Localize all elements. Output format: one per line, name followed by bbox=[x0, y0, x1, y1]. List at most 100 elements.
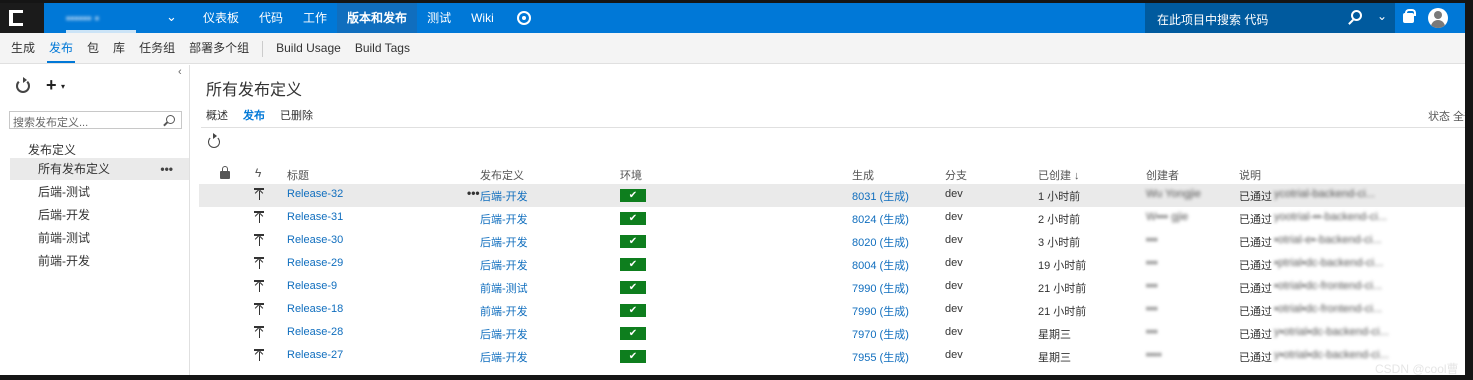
description-prefix: 已通过 bbox=[1239, 352, 1272, 364]
top-navigation-bar: ▪▪▪▪▪▪ ▪ ⌄ 仪表板 代码 工作 版本和发布 测试 Wiki 在此项目中… bbox=[0, 3, 1465, 33]
table-row[interactable]: Release-28 后端-开发 ✔ 7970 (生成) dev 星期三 ▪▪▪ 已通过 y▪o… bbox=[199, 322, 1465, 345]
marketplace-bag-icon[interactable] bbox=[1403, 9, 1416, 23]
column-header-title[interactable]: 标题 bbox=[287, 167, 309, 183]
tab-builds[interactable]: 生成 bbox=[4, 33, 42, 64]
column-header-description[interactable]: 说明 bbox=[1239, 167, 1261, 183]
table-row[interactable]: Release-27 后端-开发 ✔ 7955 (生成) dev 星期三 ▪▪▪▪ 已通过 y▪… bbox=[199, 345, 1465, 368]
nav-build-release[interactable]: 版本和发布 bbox=[337, 3, 418, 33]
build-link[interactable]: 7955 (生成) bbox=[852, 349, 909, 365]
tab-releases[interactable]: 发布 bbox=[42, 33, 80, 64]
build-link[interactable]: 8004 (生成) bbox=[852, 257, 909, 273]
deploy-arrow bbox=[254, 326, 264, 336]
table-row[interactable]: Release-30 后端-开发 ✔ 8020 (生成) dev 3 小时前 ▪▪▪ 已通过 ▪… bbox=[199, 230, 1465, 253]
environment-success-badge[interactable]: ✔ bbox=[620, 304, 646, 317]
status-filter[interactable]: 状态 全部 bbox=[1428, 108, 1465, 124]
build-link[interactable]: 8031 (生成) bbox=[852, 188, 909, 204]
release-title-link[interactable]: Release-27 bbox=[287, 349, 343, 361]
project-selector[interactable]: ▪▪▪▪▪▪ ▪ ⌄ bbox=[48, 3, 188, 33]
code-search-box[interactable]: 在此项目中搜索 代码 ⌄ bbox=[1145, 3, 1395, 33]
pivot-overview[interactable]: 概述 bbox=[206, 107, 228, 128]
column-header-build[interactable]: 生成 bbox=[852, 167, 874, 183]
build-link[interactable]: 7990 (生成) bbox=[852, 303, 909, 319]
release-title-link[interactable]: Release-32 bbox=[287, 188, 343, 200]
refresh-icon[interactable] bbox=[208, 133, 220, 148]
release-definition-link[interactable]: 后端-开发 bbox=[480, 349, 528, 365]
tab-task-groups[interactable]: 任务组 bbox=[132, 33, 182, 64]
nav-wiki[interactable]: Wiki bbox=[461, 3, 504, 33]
deploy-arrow bbox=[254, 234, 264, 244]
release-definition-link[interactable]: 后端-开发 bbox=[480, 257, 528, 273]
description-text: ycotrial-backend-ci... bbox=[1274, 188, 1375, 200]
search-icon[interactable] bbox=[166, 115, 175, 124]
tab-packages[interactable]: 包 bbox=[80, 33, 106, 64]
tree-item-backend-test[interactable]: 后端-测试 bbox=[10, 181, 189, 203]
tab-library[interactable]: 库 bbox=[106, 33, 132, 64]
deploy-icon bbox=[254, 233, 264, 247]
release-definition-link[interactable]: 后端-开发 bbox=[480, 211, 528, 227]
deploy-arrow bbox=[254, 188, 264, 198]
release-title-link[interactable]: Release-31 bbox=[287, 211, 343, 223]
app-window: ▪▪▪▪▪▪ ▪ ⌄ 仪表板 代码 工作 版本和发布 测试 Wiki 在此项目中… bbox=[0, 3, 1465, 375]
release-definition-link[interactable]: 后端-开发 bbox=[480, 326, 528, 342]
nav-dashboards[interactable]: 仪表板 bbox=[193, 3, 249, 33]
more-actions-icon[interactable]: ••• bbox=[160, 158, 173, 180]
user-avatar[interactable] bbox=[1428, 8, 1448, 28]
collapse-panel-icon[interactable]: ‹ bbox=[178, 66, 182, 78]
tree-item-all-definitions[interactable]: 所有发布定义 ••• bbox=[10, 158, 189, 180]
nav-code[interactable]: 代码 bbox=[249, 3, 293, 33]
release-title-link[interactable]: Release-28 bbox=[287, 326, 343, 338]
table-row[interactable]: Release-32 ••• 后端-开发 ✔ 8031 (生成) dev 1 小时前 Wu Y… bbox=[199, 184, 1465, 207]
release-title-link[interactable]: Release-9 bbox=[287, 280, 337, 292]
release-title-link[interactable]: Release-30 bbox=[287, 234, 343, 246]
deploy-icon bbox=[254, 325, 264, 339]
tree-item-frontend-test[interactable]: 前端-测试 bbox=[10, 227, 189, 249]
release-definition-link[interactable]: 前端-开发 bbox=[480, 303, 528, 319]
description-text: ▪otrial-e▪-backend-ci... bbox=[1274, 234, 1382, 246]
release-definition-link[interactable]: 前端-测试 bbox=[480, 280, 528, 296]
environment-success-badge[interactable]: ✔ bbox=[620, 281, 646, 294]
product-logo[interactable] bbox=[0, 3, 44, 33]
settings-gear-icon[interactable] bbox=[517, 11, 531, 25]
environment-success-badge[interactable]: ✔ bbox=[620, 327, 646, 340]
column-header-created[interactable]: 已创建 ↓ bbox=[1038, 167, 1080, 183]
tab-deployment-groups[interactable]: 部署多个组 bbox=[182, 33, 256, 64]
add-icon[interactable]: + bbox=[46, 76, 57, 94]
environment-success-badge[interactable]: ✔ bbox=[620, 235, 646, 248]
tab-build-tags[interactable]: Build Tags bbox=[348, 33, 417, 64]
environment-success-badge[interactable]: ✔ bbox=[620, 212, 646, 225]
tree-item-backend-dev[interactable]: 后端-开发 bbox=[10, 204, 189, 226]
table-row[interactable]: Release-29 后端-开发 ✔ 8004 (生成) dev 19 小时前 ▪▪▪ 已通过… bbox=[199, 253, 1465, 276]
environment-success-badge[interactable]: ✔ bbox=[620, 258, 646, 271]
pivot-releases[interactable]: 发布 bbox=[243, 107, 265, 128]
search-scope-chevron-icon[interactable]: ⌄ bbox=[1377, 9, 1387, 23]
creator-name: ▪▪▪ bbox=[1146, 234, 1158, 246]
column-header-environment[interactable]: 环境 bbox=[620, 167, 642, 183]
build-link[interactable]: 8024 (生成) bbox=[852, 211, 909, 227]
release-definition-link[interactable]: 后端-开发 bbox=[480, 188, 528, 204]
tab-build-usage[interactable]: Build Usage bbox=[269, 33, 348, 64]
search-icon[interactable] bbox=[1351, 10, 1362, 21]
environment-success-badge[interactable]: ✔ bbox=[620, 350, 646, 363]
more-actions-icon[interactable]: ••• bbox=[467, 186, 480, 200]
release-definition-link[interactable]: 后端-开发 bbox=[480, 234, 528, 250]
build-link[interactable]: 8020 (生成) bbox=[852, 234, 909, 250]
release-title-link[interactable]: Release-18 bbox=[287, 303, 343, 315]
pivot-deleted[interactable]: 已删除 bbox=[280, 107, 313, 128]
column-header-definition[interactable]: 发布定义 bbox=[480, 167, 524, 183]
table-row[interactable]: Release-31 后端-开发 ✔ 8024 (生成) dev 2 小时前 W▪▪▪ gj… bbox=[199, 207, 1465, 230]
table-row[interactable]: Release-18 前端-开发 ✔ 7990 (生成) dev 21 小时前 ▪▪▪ 已通过… bbox=[199, 299, 1465, 322]
column-header-creator[interactable]: 创建者 bbox=[1146, 167, 1179, 183]
tree-item-frontend-dev[interactable]: 前端-开发 bbox=[10, 250, 189, 272]
table-row[interactable]: Release-9 前端-测试 ✔ 7990 (生成) dev 21 小时前 ▪▪▪ 已通过 ▪… bbox=[199, 276, 1465, 299]
refresh-icon[interactable] bbox=[16, 77, 30, 93]
description-prefix: 已通过 bbox=[1239, 214, 1272, 226]
nav-test[interactable]: 测试 bbox=[417, 3, 461, 33]
definition-search-input[interactable]: 搜索发布定义... bbox=[9, 111, 182, 129]
environment-success-badge[interactable]: ✔ bbox=[620, 189, 646, 202]
build-link[interactable]: 7990 (生成) bbox=[852, 280, 909, 296]
column-header-branch[interactable]: 分支 bbox=[945, 167, 967, 183]
build-link[interactable]: 7970 (生成) bbox=[852, 326, 909, 342]
add-dropdown-caret-icon[interactable]: ▾ bbox=[61, 82, 65, 91]
nav-work[interactable]: 工作 bbox=[293, 3, 337, 33]
release-title-link[interactable]: Release-29 bbox=[287, 257, 343, 269]
